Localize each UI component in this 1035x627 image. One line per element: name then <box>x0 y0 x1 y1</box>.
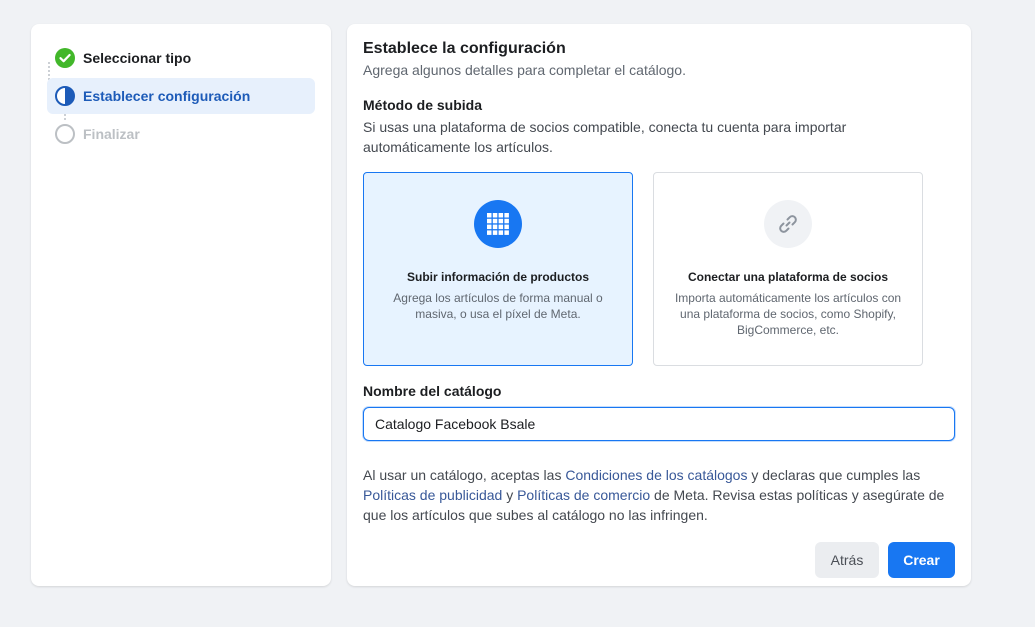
empty-circle-icon <box>55 124 75 144</box>
catalog-name-label: Nombre del catálogo <box>363 383 502 399</box>
step-label: Finalizar <box>83 126 140 142</box>
grid-icon <box>474 200 522 248</box>
link-icon <box>764 200 812 248</box>
steps-panel: Seleccionar tipo Establecer configuració… <box>31 24 331 586</box>
step-set-configuration[interactable]: Establecer configuración <box>47 78 315 114</box>
option-description: Importa automáticamente los artículos co… <box>674 291 902 337</box>
step-finish[interactable]: Finalizar <box>47 116 315 152</box>
option-title: Conectar una plataforma de socios <box>687 270 889 284</box>
page-subtitle: Agrega algunos detalles para completar e… <box>363 62 686 78</box>
terms-part: Al usar un catálogo, aceptas las <box>363 467 566 483</box>
terms-part: y <box>502 487 518 503</box>
step-label: Seleccionar tipo <box>83 50 192 66</box>
commerce-policies-link[interactable]: Políticas de comercio <box>517 487 650 503</box>
option-description: Agrega los artículos de forma manual o m… <box>393 291 603 321</box>
option-title: Subir información de productos <box>406 270 589 284</box>
terms-text: Al usar un catálogo, aceptas las Condici… <box>363 465 955 525</box>
option-connect-partner[interactable]: Conectar una plataforma de socios Import… <box>653 172 923 366</box>
option-upload-products[interactable]: Subir información de productos Agrega lo… <box>363 172 633 366</box>
back-button[interactable]: Atrás <box>815 542 879 578</box>
catalog-name-input[interactable] <box>363 407 955 441</box>
catalog-terms-link[interactable]: Condiciones de los catálogos <box>565 467 747 483</box>
configuration-panel: Establece la configuración Agrega alguno… <box>347 24 971 586</box>
half-circle-icon <box>55 86 75 106</box>
upload-method-description: Si usas una plataforma de socios compati… <box>363 119 847 155</box>
check-circle-icon <box>55 48 75 68</box>
create-button[interactable]: Crear <box>888 542 955 578</box>
terms-part: y declaras que cumples las <box>747 467 921 483</box>
step-label: Establecer configuración <box>83 88 251 104</box>
page-title: Establece la configuración <box>363 40 566 57</box>
upload-method-title: Método de subida <box>363 97 482 113</box>
steps-list: Seleccionar tipo Establecer configuració… <box>47 40 315 154</box>
step-select-type[interactable]: Seleccionar tipo <box>47 40 315 76</box>
advertising-policies-link[interactable]: Políticas de publicidad <box>363 487 502 503</box>
